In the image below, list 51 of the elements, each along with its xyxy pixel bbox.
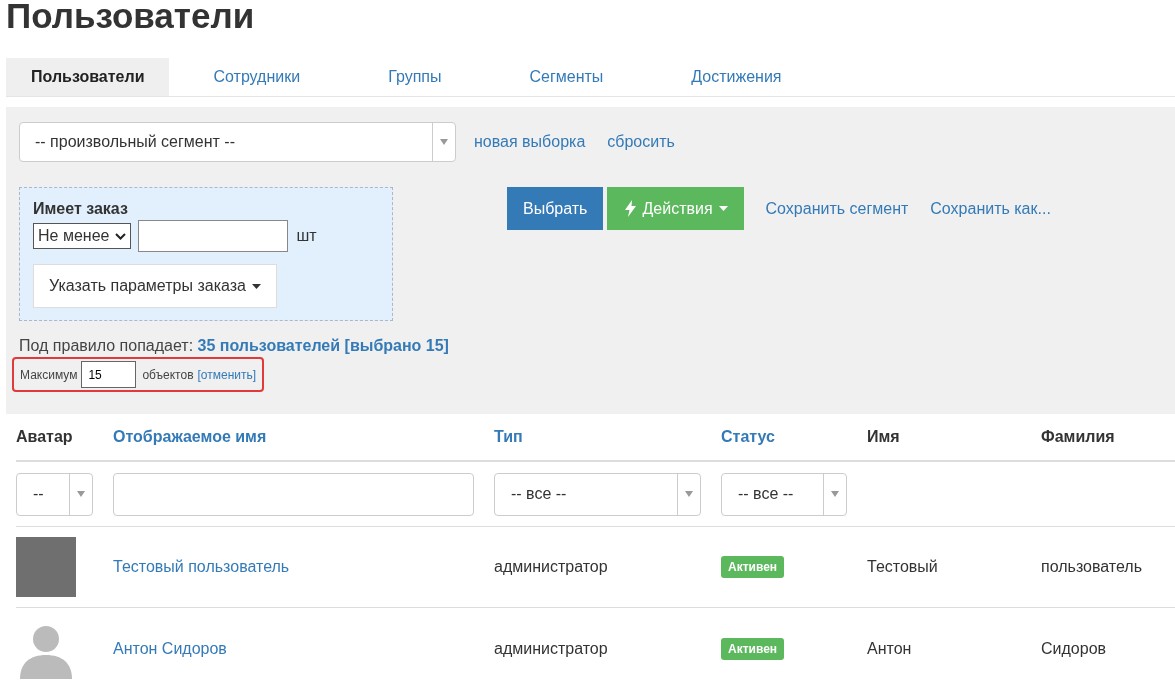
tab[interactable]: Пользователи (6, 58, 170, 96)
segment-link[interactable]: сбросить (607, 133, 675, 151)
caret-icon (440, 139, 448, 145)
caret-icon (251, 283, 261, 289)
chevron-icon (115, 232, 127, 240)
save-link[interactable]: Сохранить как... (930, 199, 1051, 218)
column-header: Имя (867, 414, 1041, 462)
segment-link[interactable]: новая выборка (474, 133, 586, 151)
summary-text: Под правило попадает: 35 пользователей [выбрано 15] (19, 337, 450, 355)
filter-field[interactable] (113, 472, 474, 516)
table-cell: Антон (867, 608, 1041, 688)
status-badge: Активен (721, 556, 785, 578)
segment-select[interactable]: -- произвольный сегмент -- (19, 122, 456, 162)
tab[interactable]: Сегменты (485, 58, 648, 96)
rule-title: Имеет заказ (33, 200, 129, 218)
lightning-icon (625, 200, 637, 217)
column-header[interactable]: Статус (721, 414, 867, 462)
cancel-link[interactable]: [отменить] (197, 367, 257, 382)
caret-icon (77, 491, 85, 497)
page-title: Пользователи (5, 0, 256, 37)
order-params-button[interactable]: Указать параметры заказа (33, 264, 277, 308)
table-cell: администратор (494, 527, 721, 608)
status-badge: Активен (721, 637, 785, 660)
actions-button[interactable]: Действия (607, 187, 744, 230)
limit-label: Максимум (20, 367, 78, 382)
table-cell: Сидоров (1041, 608, 1175, 688)
unit-label: шт (296, 227, 317, 245)
table-cell: Тестовый (867, 527, 1041, 608)
user-name-link[interactable]: Тестовый пользователь (113, 558, 290, 576)
operator-select[interactable]: Не менее (33, 223, 132, 249)
select-button[interactable]: Выбрать (507, 187, 604, 230)
tab[interactable]: Сотрудники (169, 58, 345, 96)
column-header[interactable]: Тип (494, 414, 721, 462)
filter-select[interactable]: -- все -- (494, 472, 701, 516)
column-header: Аватар (16, 414, 113, 462)
caret-icon (685, 491, 693, 497)
table-cell: пользователь (1041, 527, 1175, 608)
column-header: Фамилия (1041, 414, 1175, 462)
caret-icon (831, 491, 839, 497)
filter-select[interactable]: -- все -- (721, 472, 847, 516)
limit-field[interactable]: 15 (81, 361, 137, 388)
user-name-link[interactable]: Антон Сидоров (113, 639, 227, 658)
caret-icon (718, 206, 728, 211)
tab[interactable]: Достижения (647, 58, 826, 96)
limit-suffix: объектов (142, 367, 194, 382)
count-field[interactable] (138, 220, 289, 252)
save-link[interactable]: Сохранить сегмент (765, 199, 909, 218)
tab[interactable]: Группы (344, 58, 486, 96)
filter-select[interactable]: -- (16, 472, 93, 516)
matched-users-link[interactable]: 35 пользователей [выбрано 15] (197, 337, 449, 354)
column-header[interactable]: Отображаемое имя (113, 414, 494, 462)
